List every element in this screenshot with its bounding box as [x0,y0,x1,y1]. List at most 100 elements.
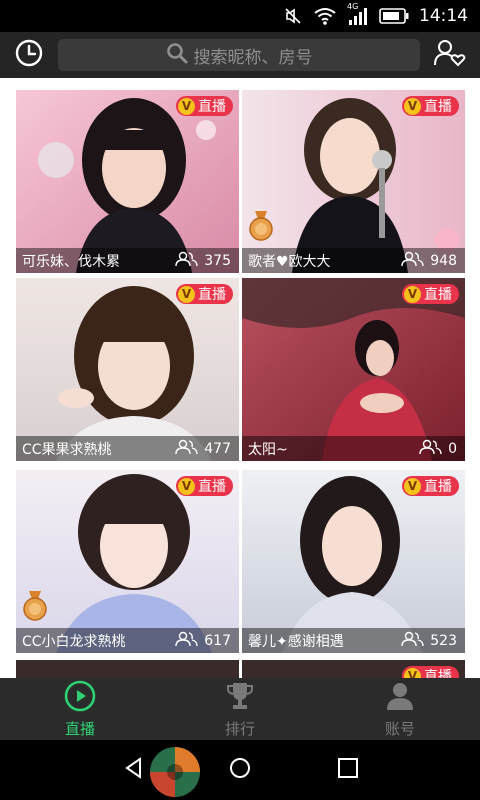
room-thumbnail [16,470,239,653]
live-room-card[interactable]: V 直播 CC小白龙求熟桃 617 [16,470,239,653]
room-thumbnail [242,278,465,461]
viewers-icon [400,251,424,271]
medal-icon [22,591,48,625]
room-caption: 太阳~ 0 [242,436,465,461]
search-input[interactable]: 搜索昵称、房号 [58,39,420,71]
streamer-name: 馨儿✦感谢相遇 [248,633,344,650]
wifi-icon [313,6,337,26]
tab-ranking[interactable]: 排行 [160,678,320,740]
live-room-card[interactable]: V 直播 可乐妹、伐木累 375 [16,90,239,273]
live-room-card-partial[interactable] [16,660,239,678]
streamer-name: 太阳~ [248,441,288,458]
status-bar: 4G 14:14 [0,0,480,32]
viewers-icon [418,439,442,459]
live-badge: V 直播 [176,476,233,496]
live-badge-label: 直播 [424,99,452,115]
vip-icon: V [178,97,195,115]
play-icon [64,680,96,716]
live-room-card[interactable]: V 直播 太阳~ 0 [242,278,465,461]
streamer-name: CC小白龙求熟桃 [22,633,126,650]
tab-live[interactable]: 直播 [0,678,160,740]
viewers-icon [400,631,424,651]
live-badge: V 直播 [402,476,459,496]
room-caption: 馨儿✦感谢相遇 523 [242,628,465,653]
live-badge: V 直播 [402,284,459,304]
history-button[interactable] [12,38,46,72]
live-room-card[interactable]: V 直播 馨儿✦感谢相遇 523 [242,470,465,653]
viewer-count: 948 [400,251,457,271]
room-caption: 可乐妹、伐木累 375 [16,248,239,273]
live-badge-label: 直播 [424,669,452,678]
viewer-count-value: 617 [204,632,231,649]
search-placeholder: 搜索昵称、房号 [193,47,313,68]
viewer-count: 477 [174,439,231,459]
room-thumbnail [242,90,465,273]
live-badge: V 直播 [176,96,233,116]
medal-icon [248,211,274,245]
status-icons: 4G 14:14 [283,2,468,27]
bottom-nav: 直播 排行 账号 [0,678,480,740]
viewer-count: 375 [174,251,231,271]
tab-account[interactable]: 账号 [320,678,480,740]
follow-button[interactable] [430,38,470,72]
back-triangle-icon [122,756,146,784]
streamer-name: 歌者♥欧大大 [248,253,331,270]
back-button[interactable] [120,756,148,784]
live-room-card[interactable]: V 直播 歌者♥欧大大 948 [242,90,465,273]
tab-ranking-label: 排行 [224,719,255,738]
recents-square-icon [336,756,360,784]
room-caption: CC果果求熟桃 477 [16,436,239,461]
viewer-count-value: 375 [204,252,231,269]
vip-icon: V [178,285,195,303]
vip-icon: V [404,477,421,495]
clock-time: 14:14 [419,6,468,26]
user-icon [384,680,416,716]
room-thumbnail [242,470,465,653]
viewer-count-value: 523 [430,632,457,649]
viewer-count-value: 948 [430,252,457,269]
live-badge-label: 直播 [424,287,452,303]
room-caption: 歌者♥欧大大 948 [242,248,465,273]
watermark-logo-icon [148,745,202,799]
tab-account-label: 账号 [384,719,415,738]
signal-icon: 4G [347,2,369,26]
user-heart-icon [433,38,467,72]
viewer-count: 0 [418,439,457,459]
viewer-count-value: 0 [448,440,457,457]
vip-icon: V [178,477,195,495]
live-badge-label: 直播 [198,287,226,303]
viewer-count: 617 [174,631,231,651]
viewer-count: 523 [400,631,457,651]
live-badge-label: 直播 [198,99,226,115]
live-room-card-partial[interactable]: V 直播 [242,660,465,678]
viewers-icon [174,439,198,459]
mute-icon [283,6,303,26]
live-badge-label: 直播 [424,479,452,495]
room-thumbnail [16,278,239,461]
home-button[interactable] [226,756,254,784]
streamer-name: 可乐妹、伐木累 [22,253,120,270]
network-type: 4G [347,2,359,11]
top-bar: 搜索昵称、房号 [0,32,480,78]
battery-icon [379,8,409,24]
live-room-card[interactable]: V 直播 CC果果求熟桃 477 [16,278,239,461]
viewers-icon [174,251,198,271]
home-circle-icon [228,756,252,784]
vip-icon: V [404,667,421,678]
room-thumbnail [16,90,239,273]
recents-button[interactable] [334,756,362,784]
vip-icon: V [404,285,421,303]
live-room-grid: V 直播 可乐妹、伐木累 375 V 直播 歌者♥欧大大 948 V 直播 CC… [0,78,480,678]
live-badge: V 直播 [402,96,459,116]
viewer-count-value: 477 [204,440,231,457]
live-badge: V 直播 [402,666,459,678]
live-badge-label: 直播 [198,479,226,495]
search-icon [166,42,188,69]
streamer-name: CC果果求熟桃 [22,441,112,458]
live-badge: V 直播 [176,284,233,304]
clock-icon [14,38,44,72]
tab-live-label: 直播 [64,719,95,738]
viewers-icon [174,631,198,651]
system-nav-bar [0,740,480,800]
room-caption: CC小白龙求熟桃 617 [16,628,239,653]
